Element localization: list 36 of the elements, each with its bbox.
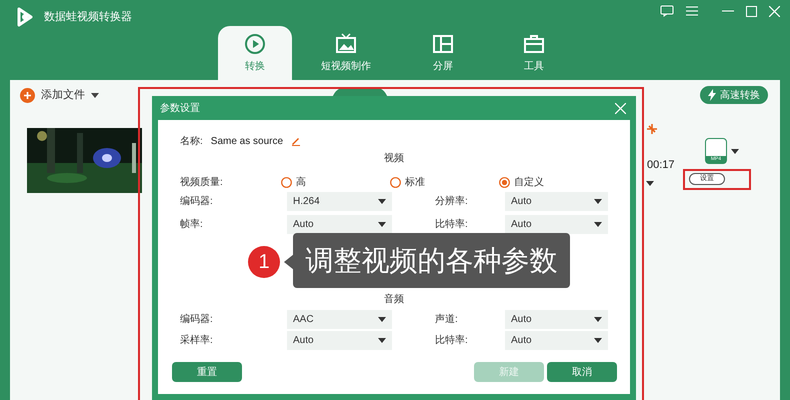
radio-label: 标准 <box>405 176 425 190</box>
tab[interactable]: 工具 <box>486 26 582 80</box>
dropdown[interactable]: Auto <box>287 215 392 234</box>
tab[interactable]: 转换 <box>218 26 292 80</box>
fast-convert-button[interactable]: 高速转换 <box>700 86 768 104</box>
dropdown[interactable]: Auto <box>505 192 608 211</box>
field-label: 比特率: <box>435 218 469 232</box>
radio-label: 高 <box>296 176 306 190</box>
tab[interactable]: 分屏 <box>400 26 486 80</box>
tab[interactable]: 短视频制作 <box>292 26 400 80</box>
dropdown[interactable]: H.264 <box>287 192 392 211</box>
callout-text: 调整视频的各种参数 <box>293 233 570 288</box>
name-value: Same as source <box>210 134 284 148</box>
field-label: 编码器: <box>180 312 214 327</box>
dropdown[interactable]: Auto <box>505 215 608 234</box>
dropdown[interactable]: AAC <box>287 310 392 329</box>
field-label: 视频质量: <box>180 176 224 190</box>
section-heading: 音频 <box>384 292 404 306</box>
dropdown[interactable]: Auto <box>287 331 392 350</box>
dialog-button[interactable]: 取消 <box>547 362 617 382</box>
field-label: 采样率: <box>180 334 214 348</box>
field-label: 名称: <box>180 134 203 148</box>
dropdown[interactable]: Auto <box>505 310 608 329</box>
radio-label: 自定义 <box>514 176 544 190</box>
dropdown[interactable]: Auto <box>505 331 608 350</box>
field-label: 比特率: <box>435 334 469 348</box>
dialog-title: 参数设置 <box>160 102 200 116</box>
field-label: 编码器: <box>180 194 214 209</box>
duration-text: 00:17 <box>647 158 675 173</box>
field-label: 分辨率: <box>435 194 469 209</box>
dialog-button[interactable]: 重置 <box>172 362 242 382</box>
window-title: 数据蛙视频转换器 <box>44 10 132 25</box>
field-label: 声道: <box>435 312 459 327</box>
field-label: 帧率: <box>180 218 204 232</box>
section-heading: 视频 <box>384 152 404 165</box>
add-file-button[interactable]: 添加文件 <box>20 87 99 104</box>
